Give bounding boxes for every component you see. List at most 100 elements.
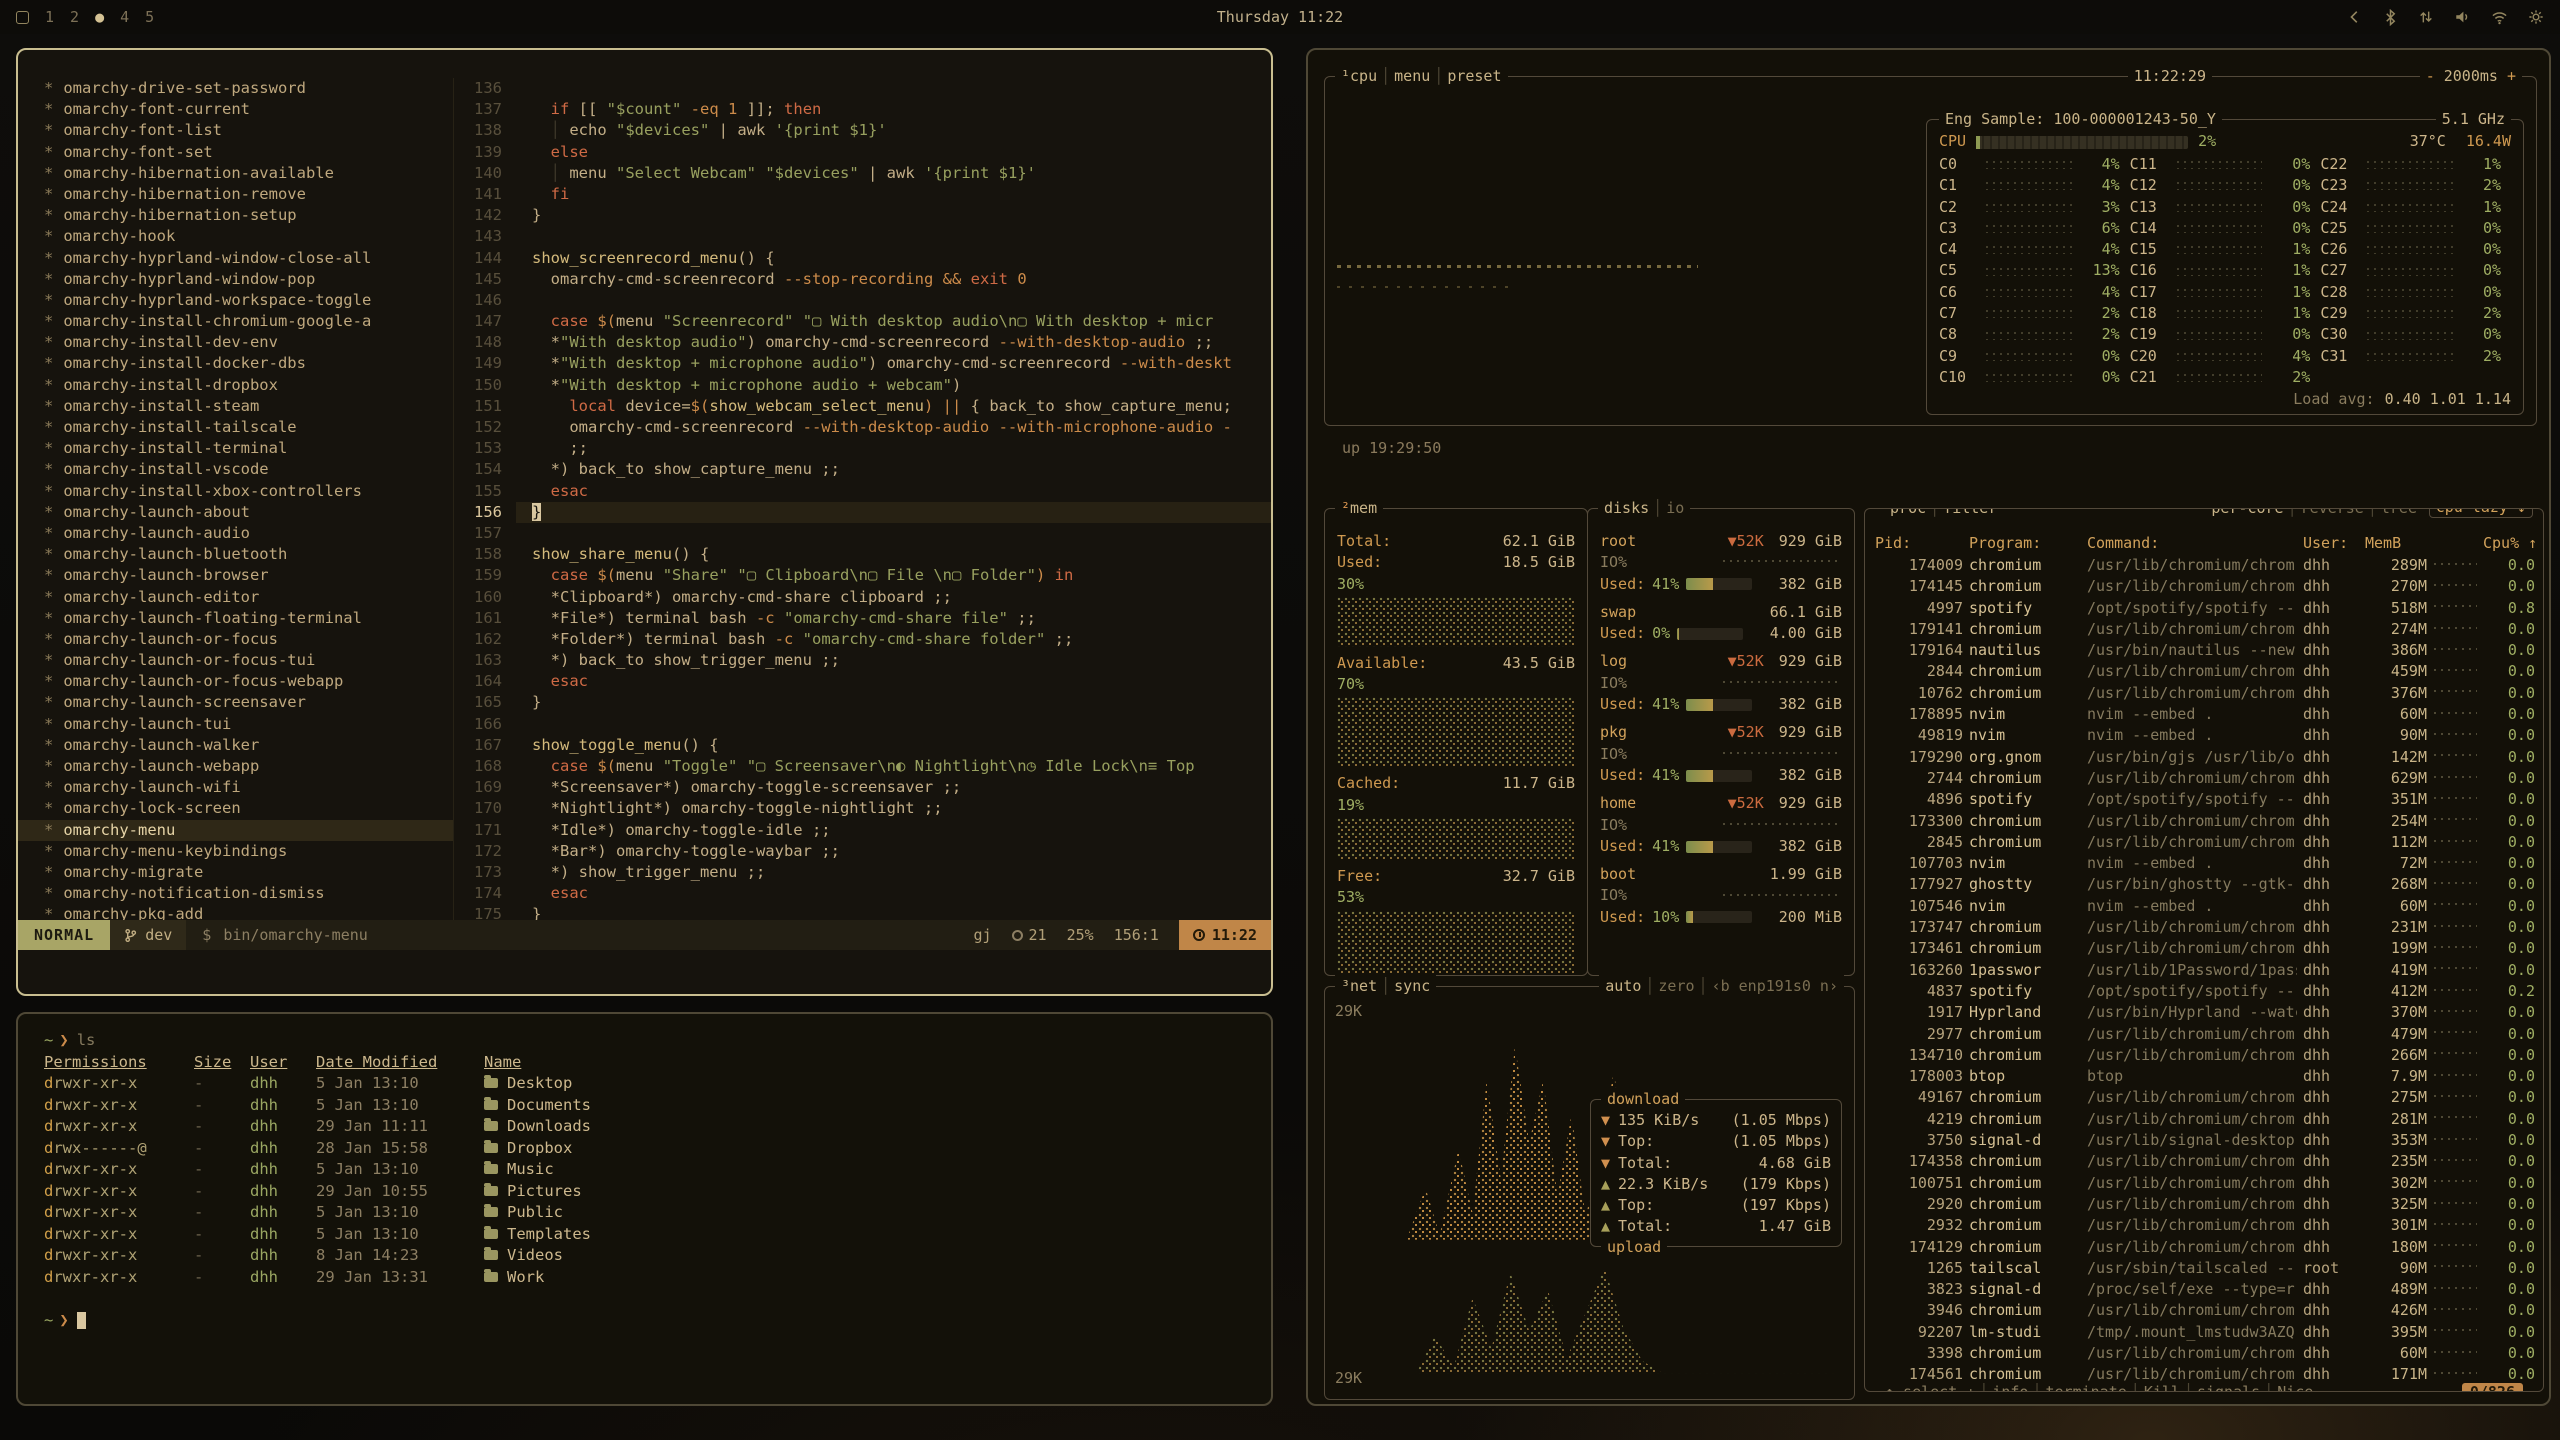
file-item[interactable]: *omarchy-install-docker-dbs — [44, 353, 453, 374]
process-row[interactable]: 4219chromium/usr/lib/chromium/chromdhh28… — [1875, 1109, 2535, 1130]
file-item[interactable]: *omarchy-hyprland-window-close-all — [44, 248, 453, 269]
code-line[interactable]: } — [516, 502, 1271, 523]
code-line[interactable] — [532, 290, 1271, 311]
process-row[interactable]: 174145chromium/usr/lib/chromium/chromdhh… — [1875, 576, 2535, 597]
code-line[interactable] — [532, 523, 1271, 544]
code-line[interactable]: } — [532, 205, 1271, 226]
code-line[interactable]: *"With desktop + microphone audio + webc… — [532, 375, 1271, 396]
process-row[interactable]: 178003btopbtopdhh7.9M0.0 — [1875, 1066, 2535, 1087]
code-line[interactable]: *Nightlight*) omarchy-toggle-nightlight … — [532, 798, 1271, 819]
code-buffer[interactable]: if [[ "$count" -eq 1 ]]; then │ echo "$d… — [516, 78, 1271, 924]
file-item[interactable]: *omarchy-launch-tui — [44, 714, 453, 735]
file-item[interactable]: *omarchy-hibernation-setup — [44, 205, 453, 226]
file-item[interactable]: *omarchy-font-set — [44, 142, 453, 163]
mem-tab[interactable]: ²mem — [1335, 497, 1383, 519]
process-row[interactable]: 107703nvimnvim --embed .dhh72M0.0 — [1875, 853, 2535, 874]
process-row[interactable]: 173300chromium/usr/lib/chromium/chromdhh… — [1875, 811, 2535, 832]
proc-option-tabs[interactable]: per-core│reverse│tree — [2205, 508, 2423, 519]
file-item[interactable]: *omarchy-launch-bluetooth — [44, 544, 453, 565]
code-line[interactable]: *Idle*) omarchy-toggle-idle ;; — [532, 820, 1271, 841]
code-line[interactable]: *File*) terminal bash -c "omarchy-cmd-sh… — [532, 608, 1271, 629]
code-line[interactable]: else — [532, 142, 1271, 163]
workspace-switcher[interactable]: 12●45 — [16, 8, 154, 26]
prompt-line-current[interactable]: ~❯ — [44, 1310, 1271, 1332]
process-row[interactable]: 179164nautilus/usr/bin/nautilus --newdhh… — [1875, 640, 2535, 661]
file-item[interactable]: *omarchy-menu — [18, 820, 453, 841]
process-row[interactable]: 2920chromium/usr/lib/chromium/chromdhh32… — [1875, 1194, 2535, 1215]
process-row[interactable]: 173747chromium/usr/lib/chromium/chromdhh… — [1875, 917, 2535, 938]
file-item[interactable]: *omarchy-install-steam — [44, 396, 453, 417]
code-line[interactable]: omarchy-cmd-screenrecord --stop-recordin… — [532, 269, 1271, 290]
update-interval[interactable]: - 2000ms + — [2420, 65, 2522, 87]
file-item[interactable]: *omarchy-migrate — [44, 862, 453, 883]
file-item[interactable]: *omarchy-hyprland-workspace-toggle — [44, 290, 453, 311]
process-row[interactable]: 173461chromium/usr/lib/chromium/chromdhh… — [1875, 938, 2535, 959]
file-item[interactable]: *omarchy-launch-or-focus-tui — [44, 650, 453, 671]
file-item[interactable]: *omarchy-launch-webapp — [44, 756, 453, 777]
file-item[interactable]: *omarchy-install-chromium-google-a — [44, 311, 453, 332]
code-line[interactable]: ;; — [532, 438, 1271, 459]
code-line[interactable]: case $(menu "Share" "▢ Clipboard\n▢ File… — [532, 565, 1271, 586]
process-row[interactable]: 1917Hyprland/usr/bin/Hyprland --watchdog… — [1875, 1002, 2535, 1023]
file-item[interactable]: *omarchy-launch-editor — [44, 587, 453, 608]
code-line[interactable]: *) back_to show_trigger_menu ;; — [532, 650, 1271, 671]
code-line[interactable] — [532, 78, 1271, 99]
terminal-window[interactable]: ~❯ls PermissionsSizeUserDate ModifiedNam… — [16, 1012, 1273, 1406]
process-row[interactable]: 10762chromium/usr/lib/chromium/chromdhh3… — [1875, 683, 2535, 704]
process-row[interactable]: 1632601passwor/usr/lib/1Password/1passwo… — [1875, 960, 2535, 981]
sync-icon[interactable] — [2418, 9, 2434, 25]
code-line[interactable]: *Bar*) omarchy-toggle-waybar ;; — [532, 841, 1271, 862]
process-row[interactable]: 3398chromium/usr/lib/chromium/chromdhh60… — [1875, 1343, 2535, 1364]
process-row[interactable]: 92207lm-studi/tmp/.mount_lmstudw3AZQdhh3… — [1875, 1322, 2535, 1343]
file-item[interactable]: *omarchy-install-vscode — [44, 459, 453, 480]
file-item[interactable]: *omarchy-font-list — [44, 120, 453, 141]
code-line[interactable]: *Folder*) terminal bash -c "omarchy-cmd-… — [532, 629, 1271, 650]
file-item[interactable]: *omarchy-hyprland-window-pop — [44, 269, 453, 290]
code-line[interactable]: *"With desktop audio") omarchy-cmd-scree… — [532, 332, 1271, 353]
code-line[interactable] — [532, 226, 1271, 247]
code-line[interactable]: │ echo "$devices" | awk '{print $1}' — [532, 120, 1271, 141]
file-item[interactable]: *omarchy-install-xbox-controllers — [44, 481, 453, 502]
code-line[interactable]: *) show_trigger_menu ;; — [532, 862, 1271, 883]
proc-table-header[interactable]: Pid:Program:Command:User:MemBCpu% ↑ — [1875, 533, 2535, 555]
code-line[interactable]: if [[ "$count" -eq 1 ]]; then — [532, 99, 1271, 120]
code-line[interactable]: show_screenrecord_menu() { — [532, 248, 1271, 269]
file-item[interactable]: *omarchy-hibernation-available — [44, 163, 453, 184]
process-row[interactable]: 174129chromium/usr/lib/chromium/chromdhh… — [1875, 1237, 2535, 1258]
process-row[interactable]: 2744chromium/usr/lib/chromium/chromdhh62… — [1875, 768, 2535, 789]
process-row[interactable]: 177927ghostty/usr/bin/ghostty --gtk-dhh2… — [1875, 874, 2535, 895]
file-item[interactable]: *omarchy-install-dropbox — [44, 375, 453, 396]
file-item[interactable]: *omarchy-launch-browser — [44, 565, 453, 586]
wifi-icon[interactable] — [2491, 10, 2508, 25]
process-row[interactable]: 49167chromium/usr/lib/chromium/chromdhh2… — [1875, 1087, 2535, 1108]
editor-window[interactable]: *omarchy-drive-set-password*omarchy-font… — [16, 48, 1273, 996]
process-row[interactable]: 107546nvimnvim --embed .dhh60M0.0 — [1875, 896, 2535, 917]
code-line[interactable]: esac — [532, 671, 1271, 692]
code-line[interactable]: *) back_to show_capture_menu ;; — [532, 459, 1271, 480]
workspace-2[interactable]: 2 — [70, 8, 79, 26]
disks-tabs[interactable]: disks│io — [1598, 497, 1690, 519]
file-item[interactable]: *omarchy-lock-screen — [44, 798, 453, 819]
code-line[interactable]: *"With desktop + microphone audio") omar… — [532, 353, 1271, 374]
process-row[interactable]: 3823signal-d/proc/self/exe --type=rdhh48… — [1875, 1279, 2535, 1300]
process-row[interactable]: 100751chromium/usr/lib/chromium/chromdhh… — [1875, 1173, 2535, 1194]
code-line[interactable]: } — [532, 692, 1271, 713]
file-item[interactable]: *omarchy-launch-walker — [44, 735, 453, 756]
process-row[interactable]: 1265tailscal/usr/sbin/tailscaled --root9… — [1875, 1258, 2535, 1279]
file-item[interactable]: *omarchy-launch-audio — [44, 523, 453, 544]
code-line[interactable]: │ menu "Select Webcam" "$devices" | awk … — [532, 163, 1271, 184]
process-row[interactable]: 2845chromium/usr/lib/chromium/chromdhh11… — [1875, 832, 2535, 853]
process-row[interactable]: 2844chromium/usr/lib/chromium/chromdhh45… — [1875, 661, 2535, 682]
proc-footer[interactable]: ↑ select ↓│info│terminate│Kill│signals│N… — [1879, 1381, 2319, 1392]
file-item[interactable]: *omarchy-hibernation-remove — [44, 184, 453, 205]
file-item[interactable]: *omarchy-font-current — [44, 99, 453, 120]
file-item[interactable]: *omarchy-launch-about — [44, 502, 453, 523]
file-item[interactable]: *omarchy-launch-screensaver — [44, 692, 453, 713]
code-line[interactable]: fi — [532, 184, 1271, 205]
process-row[interactable]: 174009chromium/usr/lib/chromium/chromdhh… — [1875, 555, 2535, 576]
code-line[interactable]: local device=$(show_webcam_select_menu) … — [532, 396, 1271, 417]
code-line[interactable]: *Clipboard*) omarchy-cmd-share clipboard… — [532, 587, 1271, 608]
process-row[interactable]: 4837spotify/opt/spotify/spotify --dhh412… — [1875, 981, 2535, 1002]
file-item[interactable]: *omarchy-notification-dismiss — [44, 883, 453, 904]
code-line[interactable]: show_share_menu() { — [532, 544, 1271, 565]
